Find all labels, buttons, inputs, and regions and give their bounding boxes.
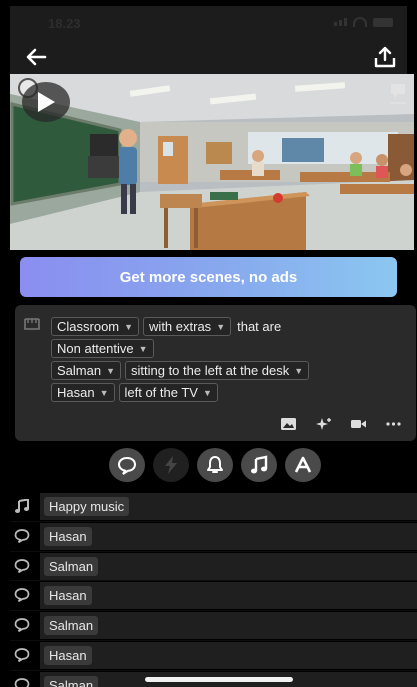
position-selector[interactable]: sitting to the left at the desk ▼ bbox=[125, 361, 310, 380]
description-line-character-hasan: Hasan ▼ left of the TV ▼ bbox=[51, 383, 218, 402]
speech-bubble-icon bbox=[14, 528, 30, 543]
dialogue-category-button[interactable] bbox=[108, 448, 145, 482]
character-selector[interactable]: Hasan ▼ bbox=[51, 383, 115, 402]
speech-bubble-icon bbox=[14, 588, 30, 603]
timeline-row-track[interactable] bbox=[40, 522, 417, 550]
timeline-row-label[interactable]: Salman bbox=[44, 616, 99, 636]
location-label: Classroom bbox=[57, 319, 120, 334]
speech-bubble-icon bbox=[14, 558, 30, 573]
play-button[interactable] bbox=[22, 82, 70, 122]
timeline-row-label[interactable]: Happy music bbox=[44, 497, 130, 516]
signal-icon bbox=[334, 18, 347, 26]
timeline-row-label[interactable]: Hasan bbox=[44, 645, 92, 665]
position-label: sitting to the left at the desk bbox=[131, 363, 290, 378]
chevron-down-icon: ▼ bbox=[124, 321, 134, 332]
classroom-scene-image bbox=[10, 74, 414, 250]
bell-icon bbox=[206, 456, 223, 473]
speech-overlay-icon bbox=[386, 80, 410, 110]
attitude-label: Non attentive bbox=[57, 341, 134, 356]
text-a-icon bbox=[294, 456, 311, 473]
timeline-row-music[interactable]: Happy music bbox=[10, 492, 417, 522]
text-category-button[interactable] bbox=[284, 448, 321, 482]
category-toolbar bbox=[0, 448, 417, 484]
top-nav bbox=[10, 40, 407, 74]
description-line-attitude: Non attentive ▼ bbox=[51, 339, 154, 358]
character-selector[interactable]: Salman ▼ bbox=[51, 361, 121, 380]
extras-label: with extras bbox=[149, 319, 212, 334]
action-category-button[interactable] bbox=[152, 448, 189, 482]
position-selector[interactable]: left of the TV ▼ bbox=[118, 383, 218, 402]
chevron-down-icon: ▼ bbox=[99, 387, 109, 398]
music-note-icon bbox=[14, 498, 30, 513]
chevron-down-icon: ▼ bbox=[106, 365, 115, 376]
connector-text: that are bbox=[237, 319, 282, 334]
timeline-row-label[interactable]: Hasan bbox=[44, 586, 92, 606]
speech-bubble-icon bbox=[14, 618, 30, 633]
back-arrow-icon[interactable] bbox=[24, 46, 48, 68]
scene-description-card: Classroom ▼ with extras ▼ that are Non att… bbox=[15, 305, 416, 441]
speech-bubble-icon bbox=[14, 648, 30, 663]
more-options-icon[interactable] bbox=[385, 417, 402, 431]
timeline-row-track[interactable] bbox=[40, 582, 417, 610]
status-icons bbox=[334, 17, 393, 27]
sparkle-plus-icon[interactable] bbox=[315, 417, 332, 431]
position-label: left of the TV bbox=[124, 385, 198, 400]
speech-bubble-icon bbox=[117, 456, 136, 475]
card-toolbar bbox=[280, 417, 402, 431]
description-line-character-salman: Salman ▼ sitting to the left at the desk ▼ bbox=[51, 361, 310, 380]
speech-bubble-icon bbox=[14, 677, 30, 687]
timeline-list: Happy music Hasan Salman Hasan Salman Hasan Sa… bbox=[10, 492, 417, 687]
home-indicator bbox=[145, 677, 293, 682]
get-more-scenes-button[interactable]: Get more scenes, no ads bbox=[20, 257, 397, 297]
timeline-row-dialogue[interactable]: Salman bbox=[10, 552, 417, 582]
scene-preview[interactable] bbox=[10, 74, 414, 250]
timeline-row-label[interactable]: Salman bbox=[44, 675, 99, 687]
chevron-down-icon: ▼ bbox=[138, 343, 148, 354]
play-icon bbox=[38, 92, 55, 112]
share-upload-icon[interactable] bbox=[373, 45, 397, 69]
timeline-row-track[interactable] bbox=[40, 641, 417, 669]
timeline-row-dialogue[interactable]: Salman bbox=[10, 611, 417, 641]
description-line-location: Classroom ▼ with extras ▼ that are bbox=[51, 317, 281, 336]
location-selector[interactable]: Classroom ▼ bbox=[51, 317, 140, 336]
character-label: Hasan bbox=[57, 385, 95, 400]
timeline-row-dialogue[interactable]: Hasan bbox=[10, 522, 417, 552]
attitude-selector[interactable]: Non attentive ▼ bbox=[51, 339, 154, 358]
chevron-down-icon: ▼ bbox=[202, 387, 212, 398]
chevron-down-icon: ▼ bbox=[216, 321, 226, 332]
extras-selector[interactable]: with extras ▼ bbox=[143, 317, 232, 336]
status-time: 18.23 bbox=[48, 16, 81, 31]
video-camera-icon[interactable] bbox=[350, 417, 367, 431]
timeline-row-dialogue[interactable]: Hasan bbox=[10, 581, 417, 612]
timeline-row-dialogue[interactable]: Hasan bbox=[10, 641, 417, 671]
character-label: Salman bbox=[57, 363, 102, 378]
status-bar: 18.23 bbox=[10, 6, 407, 40]
stage-icon bbox=[23, 317, 41, 331]
wifi-icon bbox=[353, 17, 367, 27]
chevron-down-icon: ▼ bbox=[294, 365, 304, 376]
timeline-row-label[interactable]: Hasan bbox=[44, 526, 92, 546]
timeline-row-label[interactable]: Salman bbox=[44, 556, 99, 576]
image-icon[interactable] bbox=[280, 417, 297, 431]
music-category-button[interactable] bbox=[240, 448, 277, 482]
lightning-icon bbox=[164, 456, 177, 474]
music-note-icon bbox=[250, 455, 267, 474]
sound-effect-category-button[interactable] bbox=[196, 448, 233, 482]
battery-icon bbox=[373, 17, 393, 27]
